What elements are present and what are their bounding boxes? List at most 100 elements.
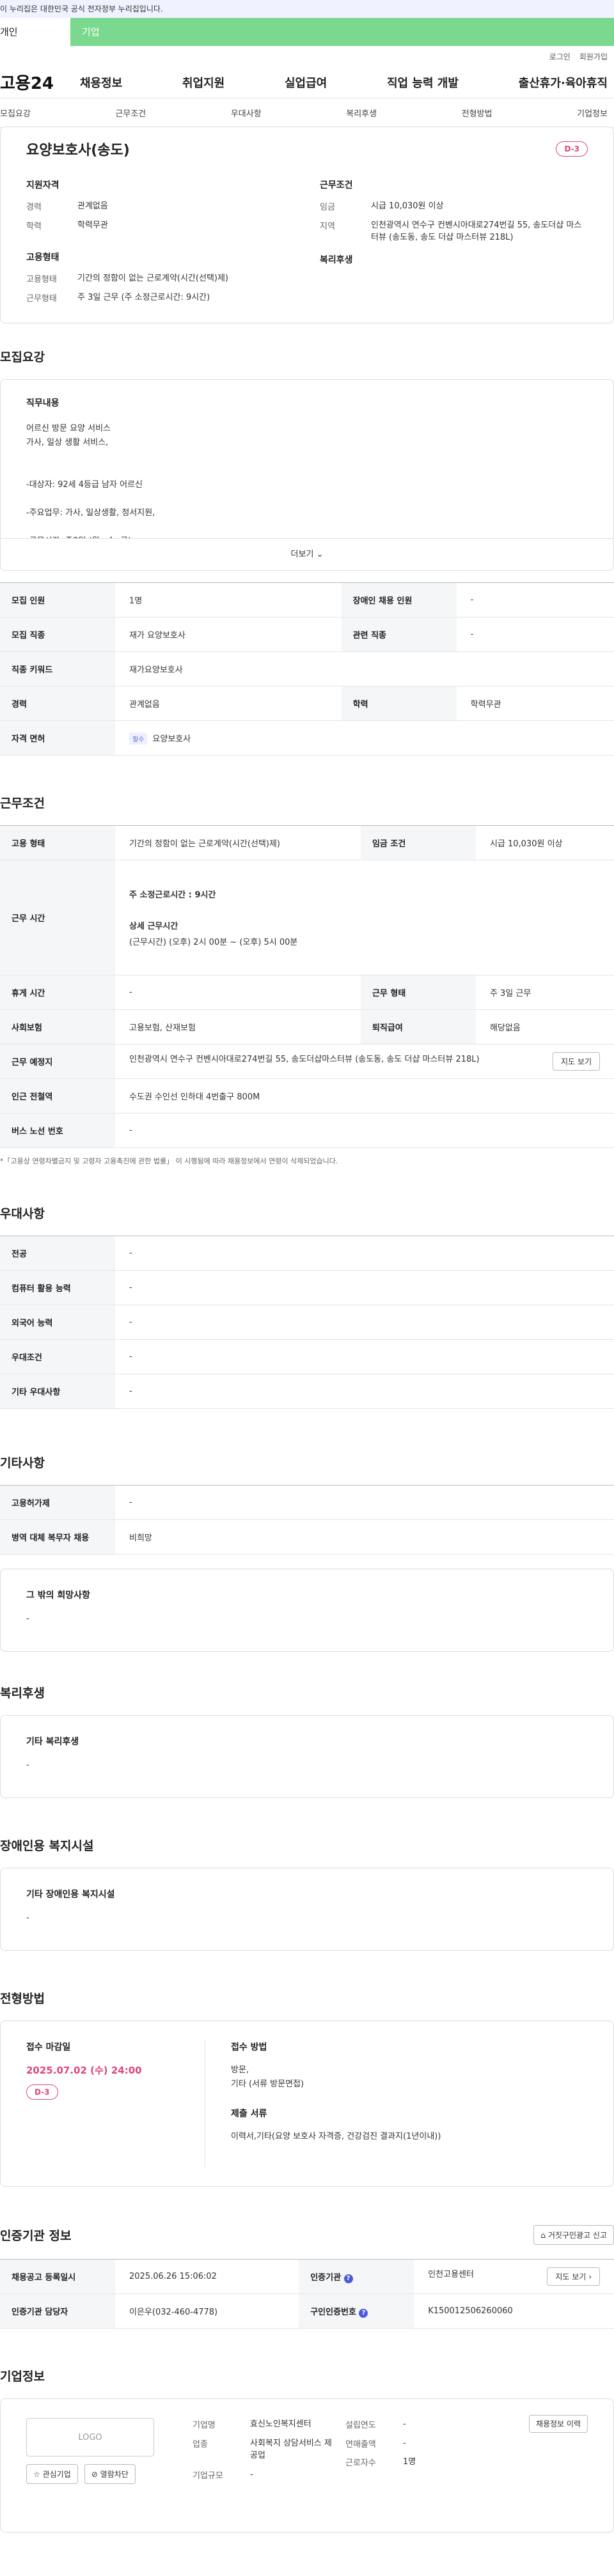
- duty-line: [26, 520, 588, 534]
- row-value: 학력무관: [456, 686, 614, 721]
- site-logo[interactable]: 고용24: [0, 70, 80, 94]
- table-row: 기타 우대사항 -: [0, 1374, 614, 1409]
- emp-value: 기간의 정함이 없는 근로계약(시간(선택)제): [77, 274, 229, 283]
- login-link[interactable]: 로그인: [549, 51, 571, 62]
- tab-individual[interactable]: 개인: [0, 18, 70, 46]
- qual-value: 관계없음: [77, 201, 108, 211]
- anchor-process[interactable]: 전형방법: [462, 107, 492, 119]
- hours-detail-heading: 상세 근무시간: [129, 922, 178, 931]
- anchor-welfare[interactable]: 복리후생: [346, 107, 377, 119]
- row-value: -: [456, 617, 614, 652]
- section-title-process: 전형방법: [0, 1992, 45, 2006]
- qual-value: 학력무관: [77, 220, 108, 230]
- help-icon[interactable]: ?: [359, 2308, 368, 2318]
- company-field-value: -: [403, 2438, 406, 2448]
- section-title-disab: 장애인용 복지시설: [0, 1839, 94, 1853]
- company-field-label: 연매출액: [345, 2439, 376, 2449]
- signup-link[interactable]: 회원가입: [579, 51, 608, 62]
- report-false-ad-button[interactable]: ⌂ 거짓구인광고 신고: [533, 2225, 614, 2245]
- row-value: 인천고용센터: [428, 2270, 474, 2279]
- row-label: 기타 우대사항: [0, 1374, 115, 1409]
- chevron-down-icon: ⌄: [316, 550, 324, 559]
- row-label: 퇴직급여: [360, 1009, 476, 1044]
- row-value: 고용보험, 산재보험: [115, 1009, 361, 1044]
- emp-value: 주 3일 근무 (주 소정근로시간: 9시간): [77, 292, 210, 302]
- emp-heading: 고용형태: [26, 252, 59, 263]
- disab-sub-heading: 기타 장애인용 복지시설: [26, 1889, 115, 1900]
- row-label: 임금 조건: [360, 825, 476, 860]
- section-title-agency: 인증기관 정보: [0, 2229, 72, 2243]
- method-heading: 접수 방법: [231, 2042, 267, 2052]
- row-value: 재가 요양보호사: [115, 617, 342, 652]
- section-title-recruit: 모집요강: [0, 350, 45, 364]
- company-field-label: 설립연도: [345, 2421, 376, 2430]
- company-field-label: 기업규모: [193, 2471, 223, 2481]
- hope-box: 그 밖의 희망사항 -: [0, 1569, 614, 1652]
- anchor-recruit[interactable]: 모집요강: [0, 107, 31, 119]
- welfare-box: 기타 복리후생 -: [0, 1715, 614, 1798]
- help-icon[interactable]: ?: [343, 2274, 353, 2283]
- company-field-value: -: [403, 2419, 406, 2429]
- gnb-item-employment-support[interactable]: 취업지원: [182, 74, 224, 91]
- method-line: 방문,: [231, 2065, 249, 2075]
- row-value: -: [115, 975, 361, 1010]
- section-title-company: 기업정보: [0, 2370, 45, 2384]
- row-label: 구인인증번호: [310, 2307, 356, 2317]
- cond-value: 시급 10,030원 이상: [371, 201, 444, 211]
- row-label: 근무 시간: [0, 860, 115, 975]
- row-label: 경력: [0, 686, 115, 721]
- anchor-pref[interactable]: 우대사항: [231, 107, 262, 119]
- company-field-value: 1명: [403, 2457, 416, 2467]
- row-value: 비희망: [115, 1519, 614, 1555]
- section-title-pref: 우대사항: [0, 1207, 45, 1221]
- block-label: 열람차단: [100, 2470, 129, 2479]
- row-label: 인증기관: [310, 2272, 342, 2283]
- dday-badge: D-3: [26, 2084, 58, 2100]
- more-button[interactable]: 더보기 ⌄: [1, 538, 613, 570]
- etc-table: 고용허가제 - 병역 대체 복무자 채용 비희망: [0, 1485, 614, 1555]
- row-label: 인근 전철역: [0, 1078, 115, 1113]
- recruit-history-button[interactable]: 채용정보 이력: [528, 2415, 588, 2433]
- company-field-value: -: [250, 2469, 253, 2479]
- gnb-item-unemployment-benefits[interactable]: 실업급여: [285, 74, 327, 91]
- company-field-label: 근로자수: [345, 2458, 376, 2468]
- anchor-work[interactable]: 근무조건: [115, 107, 146, 119]
- gnb-item-jobs[interactable]: 채용정보: [80, 74, 122, 91]
- company-field-value: 효신노인복지센터: [250, 2419, 311, 2429]
- tab-business[interactable]: 기업: [70, 18, 614, 46]
- duty-line: [26, 464, 588, 478]
- row-value: 관계없음: [115, 686, 342, 721]
- deadline-value: 2025.07.02 (수) 24:00: [26, 2065, 142, 2076]
- section-title-etc: 기타사항: [0, 1456, 45, 1470]
- table-row: 경력 관계없음 학력 학력무관: [0, 686, 614, 721]
- row-label: 인증기관 담당자: [0, 2293, 115, 2329]
- row-label: 채용공고 등록일시: [0, 2259, 115, 2294]
- gnb-item-job-training[interactable]: 직업 능력 개발: [387, 74, 459, 91]
- table-row: 모집 직종 재가 요양보호사 관련 직종 -: [0, 617, 614, 652]
- duty-line: -주요업무: 가사, 일상생활, 정서지원,: [26, 508, 155, 518]
- favorite-company-button[interactable]: ☆ 관심기업: [26, 2464, 78, 2484]
- agency-map-button-label: 지도 보기: [555, 2272, 586, 2281]
- star-icon: ☆: [33, 2470, 40, 2479]
- agency-map-button[interactable]: 지도 보기 ›: [547, 2267, 600, 2286]
- anchor-company[interactable]: 기업정보: [577, 107, 608, 119]
- company-box: LOGO ☆ 관심기업 ⊘ 열람차단 기업명 효신노인복지센터 업종 사회복지 상담…: [0, 2398, 614, 2533]
- gov-banner: 이 누리집은 대한민국 공식 전자정부 누리집입니다.: [0, 0, 614, 18]
- global-nav: 고용24 채용정보 취업지원 실업급여 직업 능력 개발 출산휴가·육아휴직: [0, 66, 614, 98]
- qual-heading: 지원자격: [26, 180, 59, 190]
- row-label: 자격 면허: [0, 720, 115, 756]
- block-view-button[interactable]: ⊘ 열람차단: [84, 2464, 136, 2484]
- recruit-table: 모집 인원 1명 장애인 채용 인원 - 모집 직종 재가 요양보호사 관련 직종 - 직종…: [0, 582, 614, 756]
- gnb-item-parental-leave[interactable]: 출산휴가·육아휴직: [519, 74, 608, 91]
- row-value: 주 3일 근무: [475, 975, 614, 1010]
- report-button-label: 거짓구인광고 신고: [547, 2231, 607, 2240]
- map-view-button[interactable]: 지도 보기: [553, 1052, 600, 1071]
- row-label: 사회보험: [0, 1009, 115, 1044]
- row-value: 시급 10,030원 이상: [475, 825, 614, 860]
- table-row: 버스 노선 번호 -: [0, 1113, 614, 1148]
- docs-value: 이력서,기타(요양 보호사 자격증, 건강검진 결과지(1년이내)): [231, 2132, 441, 2141]
- report-icon: ⌂: [540, 2231, 546, 2240]
- block-icon: ⊘: [91, 2470, 98, 2479]
- table-row: 인근 전철역 수도권 수인선 인하대 4번출구 800M: [0, 1078, 614, 1113]
- duty-line: 가사, 일상 생활 서비스,: [26, 438, 109, 447]
